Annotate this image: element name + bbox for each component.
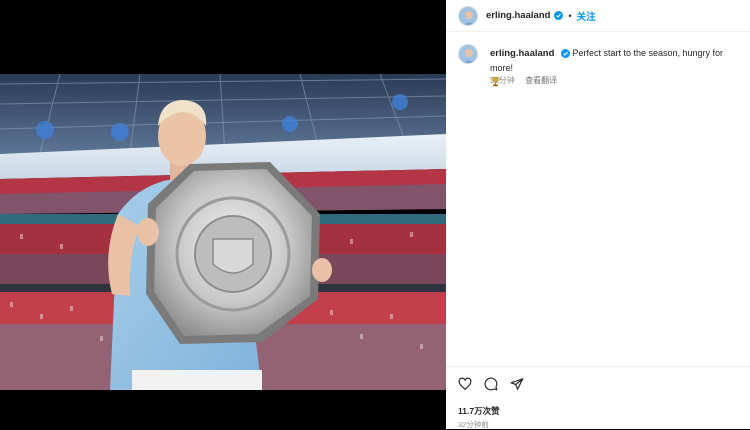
media-pane <box>0 0 446 429</box>
follow-button[interactable]: 关注 <box>577 9 596 23</box>
comment-icon[interactable] <box>484 377 498 391</box>
post-timestamp: 32分钟前 <box>458 420 489 429</box>
post-header: erling.haaland • 关注 <box>446 0 750 32</box>
heart-icon[interactable] <box>458 377 472 391</box>
verified-badge-icon <box>560 49 570 59</box>
action-bar <box>458 377 524 391</box>
post-side-panel: erling.haaland • 关注 erling.haaland Perfe… <box>446 0 750 429</box>
translate-link[interactable]: 查看翻译 <box>525 76 557 85</box>
caption-avatar[interactable] <box>458 44 478 64</box>
caption-username-link[interactable]: erling.haaland <box>490 48 554 59</box>
post-photo[interactable] <box>0 74 446 390</box>
instagram-post-modal: erling.haaland • 关注 erling.haaland Perfe… <box>0 0 750 429</box>
likes-count[interactable]: 11.7万次赞 <box>458 405 500 417</box>
username-link[interactable]: erling.haaland <box>486 10 550 21</box>
separator-dot: • <box>568 10 572 21</box>
paper-plane-icon[interactable] <box>510 377 524 391</box>
post-footer: 11.7万次赞 32分钟前 <box>446 366 750 430</box>
caption-meta: 32分钟 查看翻译 <box>490 75 557 86</box>
verified-badge-icon <box>554 11 564 20</box>
comment-time: 32分钟 <box>490 76 515 85</box>
avatar[interactable] <box>458 5 478 26</box>
